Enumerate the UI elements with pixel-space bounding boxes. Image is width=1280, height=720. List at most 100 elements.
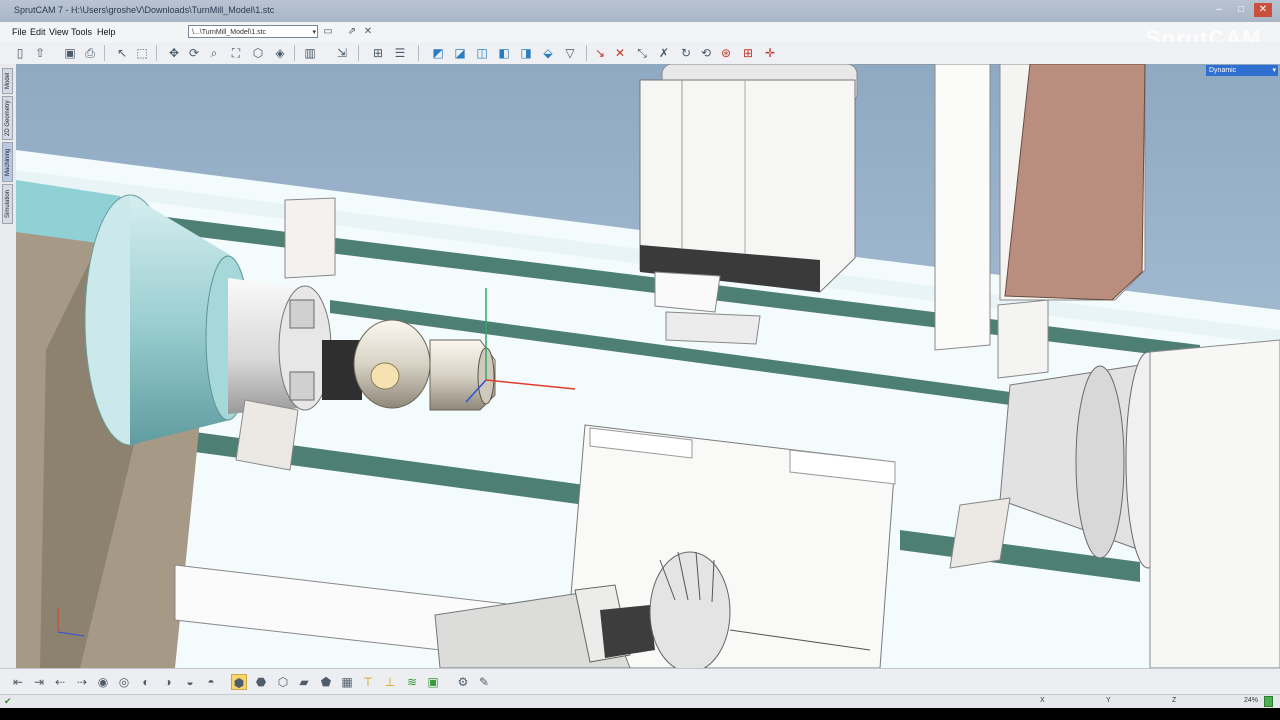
status-bar: [0, 694, 1280, 709]
transform-icon[interactable]: ⟲: [698, 45, 714, 61]
workpiece-icon[interactable]: ▣: [425, 674, 441, 690]
axis-z-icon[interactable]: ◧: [496, 45, 512, 61]
print-icon[interactable]: ⎙: [82, 45, 98, 61]
measure-icon[interactable]: ↘: [592, 45, 608, 61]
view-bottom-icon[interactable]: ◎: [116, 674, 132, 690]
menu-edit[interactable]: Edit: [30, 27, 46, 37]
project-path-value: \...\TurnMill_Model\1.stc: [192, 29, 267, 36]
section-icon[interactable]: ▦: [339, 674, 355, 690]
tab-model[interactable]: Model: [2, 68, 13, 94]
toolpath-icon[interactable]: ⊤: [360, 674, 376, 690]
tool-holder: [654, 271, 721, 313]
view-back-icon[interactable]: ⇥: [31, 674, 47, 690]
grid-icon[interactable]: ⊛: [718, 45, 734, 61]
table-icon[interactable]: ⊞: [370, 45, 386, 61]
view-iso1-icon[interactable]: ◐: [138, 674, 154, 690]
machine-icon[interactable]: ◩: [430, 45, 446, 61]
view-iso4-icon[interactable]: ◓: [203, 674, 219, 690]
zoom-fit-icon[interactable]: ⛶: [228, 45, 244, 61]
zoom-icon[interactable]: ⌕: [206, 45, 222, 61]
sub-spindle-collar: [1075, 365, 1125, 559]
toolpath-color-icon[interactable]: ⊥: [382, 674, 398, 690]
view-top-icon[interactable]: ◈: [272, 45, 288, 61]
workpiece-body: [353, 319, 431, 409]
menu-file[interactable]: File: [12, 27, 27, 37]
view-front-icon[interactable]: ⇤: [10, 674, 26, 690]
maximize-button[interactable]: □: [1232, 3, 1250, 17]
right-head: [1004, 64, 1146, 301]
right-column: [934, 64, 991, 351]
move-icon[interactable]: ✗: [656, 45, 672, 61]
solid-icon[interactable]: ⬟: [318, 674, 334, 690]
list-icon[interactable]: ☰: [392, 45, 408, 61]
turret-tool-dark: [600, 605, 655, 658]
align-icon[interactable]: ⊞: [740, 45, 756, 61]
shaded-edges-icon[interactable]: ⬣: [253, 674, 269, 690]
shaded-icon[interactable]: ⬢: [231, 674, 247, 690]
wireframe-icon[interactable]: ⬡: [275, 674, 291, 690]
menu-tools[interactable]: Tools: [71, 27, 92, 37]
filter-icon[interactable]: ▽: [562, 45, 578, 61]
left-post: [284, 197, 336, 279]
close-doc-icon[interactable]: ✕: [362, 24, 374, 38]
select-icon[interactable]: ↖: [114, 45, 130, 61]
3d-viewport[interactable]: [16, 64, 1280, 668]
view-mode-select[interactable]: Dynamic ▾: [1206, 65, 1278, 76]
zoom-level: 24%: [1244, 697, 1259, 704]
coord-x-label: X: [1040, 697, 1045, 704]
minimize-button[interactable]: –: [1210, 3, 1228, 17]
export-icon[interactable]: ⇗: [346, 24, 358, 38]
view-left-icon[interactable]: ⇠: [52, 674, 68, 690]
coord-y-label: Y: [1106, 697, 1111, 704]
toolbar-separator: [294, 45, 295, 61]
new-page-icon[interactable]: ▭: [322, 24, 334, 38]
tab-machining[interactable]: Machining: [2, 142, 13, 182]
stock-icon[interactable]: ≋: [404, 674, 420, 690]
close-button[interactable]: ✕: [1254, 3, 1272, 17]
sprutcam-window: SprutCAM 7 - H:\Users\grosheV\Downloads\…: [0, 0, 1280, 720]
view-iso3-icon[interactable]: ◒: [182, 674, 198, 690]
arrow-icon[interactable]: ⇲: [334, 45, 350, 61]
view-top-icon[interactable]: ◉: [95, 674, 111, 690]
coord-z-label: Z: [1172, 697, 1177, 704]
toolbar-separator: [586, 45, 587, 61]
pan-icon[interactable]: ✥: [166, 45, 182, 61]
hidden-icon[interactable]: ▰: [296, 674, 312, 690]
view-right-icon[interactable]: ⇢: [74, 674, 90, 690]
right-base: [1149, 339, 1280, 668]
axis-y-icon[interactable]: ◫: [474, 45, 490, 61]
axis-xyz-icon[interactable]: ◨: [518, 45, 534, 61]
rotate-part-icon[interactable]: ↻: [678, 45, 694, 61]
zoom-indicator: [1264, 696, 1273, 707]
chevron-down-icon: ▾: [1272, 67, 1276, 74]
screen-border: [0, 708, 1280, 720]
machine-scene: [16, 64, 1280, 668]
new-icon[interactable]: ▯: [12, 45, 28, 61]
tab-2d-geometry[interactable]: 2D Geometry: [2, 96, 13, 140]
status-ok-icon: ✔: [4, 696, 12, 706]
left-tab-strip: Model 2D Geometry Machining Simulation: [0, 64, 17, 668]
origin-icon[interactable]: ✛: [762, 45, 778, 61]
chuck-jaw: [289, 299, 315, 329]
settings-icon[interactable]: ✎: [476, 674, 492, 690]
line-icon[interactable]: ⤡: [634, 45, 650, 61]
project-path-combo[interactable]: \...\TurnMill_Model\1.stc ▾: [188, 25, 318, 38]
chevron-down-icon: ▾: [312, 29, 316, 36]
machine-view-icon[interactable]: ⚙: [455, 674, 471, 690]
axis-x-icon[interactable]: ◪: [452, 45, 468, 61]
tool-icon[interactable]: ⬙: [540, 45, 556, 61]
rotate-icon[interactable]: ⟳: [186, 45, 202, 61]
toolbar-separator: [418, 45, 419, 61]
menu-view[interactable]: View: [49, 27, 68, 37]
snap-icon[interactable]: ✕: [612, 45, 628, 61]
view-iso-icon[interactable]: ⬡: [250, 45, 266, 61]
select-box-icon[interactable]: ⬚: [134, 45, 150, 61]
menu-help[interactable]: Help: [97, 27, 116, 37]
tab-simulation[interactable]: Simulation: [2, 184, 13, 224]
layers-icon[interactable]: ▥: [302, 45, 318, 61]
window-title: SprutCAM 7 - H:\Users\grosheV\Downloads\…: [14, 5, 275, 15]
toolbar-separator: [104, 45, 105, 61]
open-icon[interactable]: ⇧: [32, 45, 48, 61]
view-iso2-icon[interactable]: ◑: [160, 674, 176, 690]
save-icon[interactable]: ▣: [62, 45, 78, 61]
